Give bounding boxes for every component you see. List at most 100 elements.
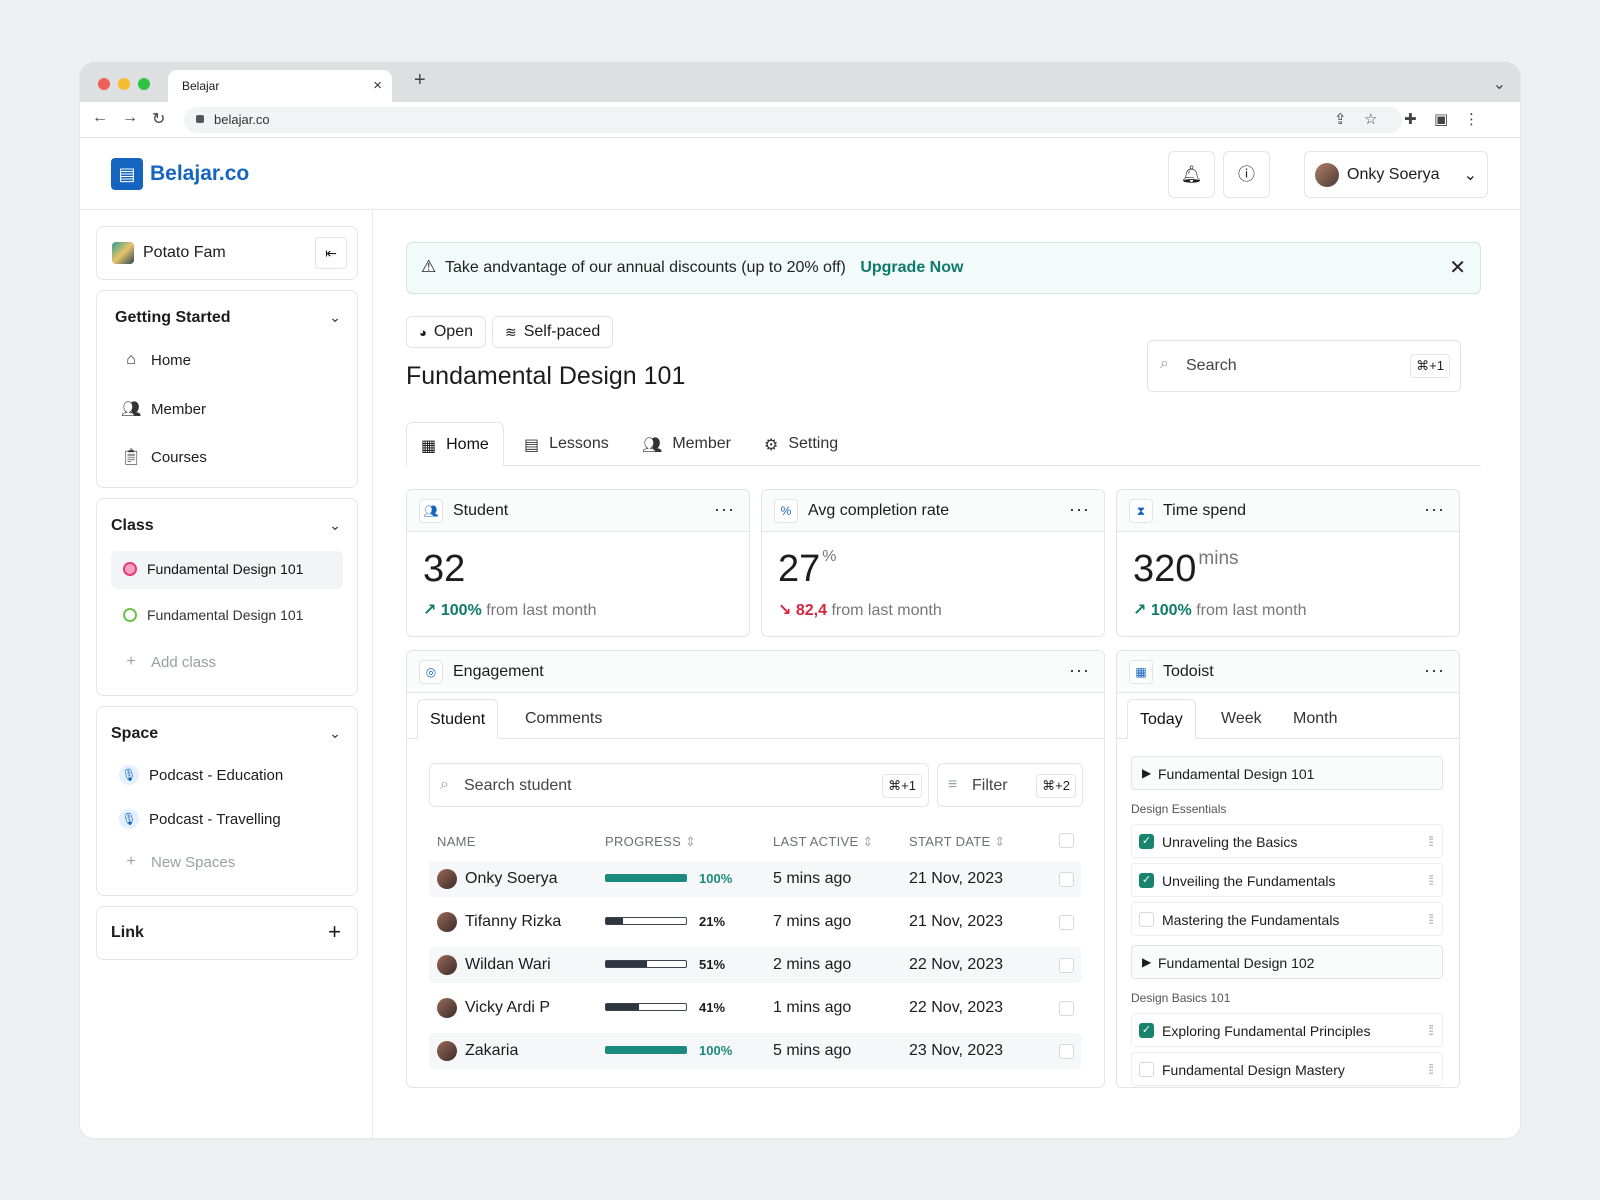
space-title[interactable]: Space — [111, 725, 158, 743]
table-row[interactable]: Tifanny Rizka 21% 7 mins ago 21 Nov, 2023 — [429, 904, 1081, 940]
column-header-last-active[interactable]: LAST ACTIVE ⇕ — [773, 834, 874, 850]
todo-item[interactable]: ✓ Unraveling the Basics ⁞⁞ — [1131, 824, 1443, 858]
more-options-icon[interactable]: ··· — [1069, 660, 1090, 681]
todo-label: Mastering the Fundamentals — [1162, 912, 1340, 928]
minimize-window-dot[interactable] — [118, 78, 130, 90]
student-search-input[interactable]: ⌕ Search student ⌘+1 — [429, 763, 929, 807]
new-tab-button[interactable]: + — [414, 69, 426, 92]
row-checkbox[interactable] — [1059, 872, 1074, 887]
browser-menu-icon[interactable]: ⋮ — [1464, 110, 1479, 128]
todo-checkbox[interactable] — [1139, 912, 1154, 927]
org-name: Potato Fam — [143, 244, 226, 261]
close-icon[interactable]: ✕ — [1449, 255, 1466, 280]
side-panel-icon[interactable]: ▣ — [1434, 110, 1448, 128]
drag-handle-icon[interactable]: ⁞⁞ — [1428, 872, 1434, 888]
todo-group-header[interactable]: ▶ Fundamental Design 102 — [1131, 945, 1443, 979]
engagement-title: Engagement — [453, 663, 544, 680]
add-link-icon[interactable]: + — [328, 919, 341, 945]
user-menu-button[interactable]: Onky Soerya ⌄ — [1304, 151, 1488, 198]
status-badge: ◕ Open — [406, 316, 486, 348]
add-class-button[interactable]: + Add class — [121, 653, 216, 671]
table-row[interactable]: Onky Soerya 100% 5 mins ago 21 Nov, 2023 — [429, 861, 1081, 897]
todo-group-header[interactable]: ▶ Fundamental Design 101 — [1131, 756, 1443, 790]
collapse-sidebar-icon[interactable]: ⇤ — [315, 237, 347, 269]
todo-group-title: Fundamental Design 101 — [1158, 766, 1315, 782]
target-icon: ◎ — [419, 660, 443, 684]
progress-bar — [605, 960, 687, 968]
row-checkbox[interactable] — [1059, 1044, 1074, 1059]
reload-icon[interactable]: ↻ — [152, 109, 165, 129]
tab-week[interactable]: Week — [1209, 699, 1274, 739]
share-icon[interactable]: ⇪ — [1334, 110, 1347, 128]
drag-handle-icon[interactable]: ⁞⁞ — [1428, 833, 1434, 849]
table-row[interactable]: Vicky Ardi P 41% 1 mins ago 22 Nov, 2023 — [429, 990, 1081, 1026]
getting-started-title[interactable]: Getting Started — [115, 309, 231, 327]
info-button[interactable]: ⓘ — [1223, 151, 1270, 198]
brand-logo-icon[interactable]: ▤ — [111, 158, 143, 190]
maximize-window-dot[interactable] — [138, 78, 150, 90]
back-arrow-icon[interactable]: ← — [92, 109, 108, 127]
notification-button[interactable]: 🔔︎ — [1168, 151, 1215, 198]
todo-checkbox[interactable]: ✓ — [1139, 873, 1154, 888]
todo-checkbox[interactable]: ✓ — [1139, 1023, 1154, 1038]
space-item-education[interactable]: 🎙︎ Podcast - Education — [119, 765, 283, 785]
row-checkbox[interactable] — [1059, 1001, 1074, 1016]
browser-tab[interactable]: Belajar × — [168, 70, 392, 102]
row-checkbox[interactable] — [1059, 915, 1074, 930]
extensions-icon[interactable]: ✚ — [1404, 110, 1417, 128]
select-all-checkbox[interactable] — [1059, 833, 1074, 848]
tab-setting[interactable]: ⚙ Setting — [750, 422, 852, 466]
course-search-input[interactable]: ⌕ Search ⌘+1 — [1147, 340, 1461, 392]
clipboard-icon: ▤ — [524, 437, 540, 454]
class-title[interactable]: Class — [111, 517, 154, 535]
tab-member[interactable]: 👥︎ Member — [628, 422, 745, 466]
brand-name[interactable]: Belajar.co — [150, 162, 249, 186]
org-avatar — [112, 242, 134, 264]
close-tab-icon[interactable]: × — [373, 77, 382, 94]
tab-student[interactable]: Student — [417, 699, 499, 739]
table-row[interactable]: Wildan Wari 51% 2 mins ago 22 Nov, 2023 — [429, 947, 1081, 983]
todo-item[interactable]: ✓ Exploring Fundamental Principles ⁞⁞ — [1131, 1013, 1443, 1047]
class-item-2[interactable]: Fundamental Design 101 — [123, 607, 303, 623]
forward-arrow-icon[interactable]: → — [122, 109, 138, 127]
table-row[interactable]: Zakaria 100% 5 mins ago 23 Nov, 2023 — [429, 1033, 1081, 1069]
lock-icon — [196, 115, 204, 123]
more-options-icon[interactable]: ··· — [1424, 499, 1445, 520]
chevron-down-icon[interactable]: ⌄ — [329, 309, 341, 326]
space-item-travelling[interactable]: 🎙︎ Podcast - Travelling — [119, 809, 281, 829]
tab-lessons[interactable]: ▤ Lessons — [510, 422, 623, 466]
drag-handle-icon[interactable]: ⁞⁞ — [1428, 911, 1434, 927]
more-options-icon[interactable]: ··· — [1424, 660, 1445, 681]
tab-list-chevron-icon[interactable]: ⌄ — [1493, 74, 1506, 94]
tab-today[interactable]: Today — [1127, 699, 1196, 739]
tab-comments[interactable]: Comments — [513, 699, 614, 739]
bookmark-star-icon[interactable]: ☆ — [1364, 110, 1377, 128]
drag-handle-icon[interactable]: ⁞⁞ — [1428, 1022, 1434, 1038]
todo-item[interactable]: Mastering the Fundamentals ⁞⁞ — [1131, 902, 1443, 936]
sidebar-item-home[interactable]: ⌂ Home — [121, 351, 191, 369]
todo-checkbox[interactable] — [1139, 1062, 1154, 1077]
todo-item[interactable]: Fundamental Design Mastery ⁞⁞ — [1131, 1052, 1443, 1086]
tab-home[interactable]: ▦ Home — [406, 422, 504, 466]
column-header-progress[interactable]: PROGRESS ⇕ — [605, 834, 696, 850]
chevron-down-icon[interactable]: ⌄ — [329, 517, 341, 534]
column-header-start-date[interactable]: START DATE ⇕ — [909, 834, 1006, 850]
drag-handle-icon[interactable]: ⁞⁞ — [1428, 1061, 1434, 1077]
close-window-dot[interactable] — [98, 78, 110, 90]
sidebar-item-courses[interactable]: 📋︎ Courses — [121, 447, 207, 467]
tab-month[interactable]: Month — [1281, 699, 1349, 739]
more-options-icon[interactable]: ··· — [714, 499, 735, 520]
chevron-down-icon[interactable]: ⌄ — [329, 725, 341, 742]
class-item-1[interactable]: Fundamental Design 101 — [123, 561, 303, 577]
upgrade-now-link[interactable]: Upgrade Now — [860, 259, 963, 276]
row-checkbox[interactable] — [1059, 958, 1074, 973]
address-bar[interactable]: belajar.co — [184, 107, 1402, 133]
todo-item[interactable]: ✓ Unveiling the Fundamentals ⁞⁞ — [1131, 863, 1443, 897]
sidebar-item-member[interactable]: 👥︎ Member — [121, 399, 206, 419]
filter-button[interactable]: ≡ Filter ⌘+2 — [937, 763, 1083, 807]
new-space-button[interactable]: + New Spaces — [121, 853, 235, 871]
browser-tab-bar: Belajar × + ⌄ — [80, 62, 1520, 102]
more-options-icon[interactable]: ··· — [1069, 499, 1090, 520]
todo-checkbox[interactable]: ✓ — [1139, 834, 1154, 849]
org-switcher[interactable]: Potato Fam ⇤ — [96, 226, 358, 280]
